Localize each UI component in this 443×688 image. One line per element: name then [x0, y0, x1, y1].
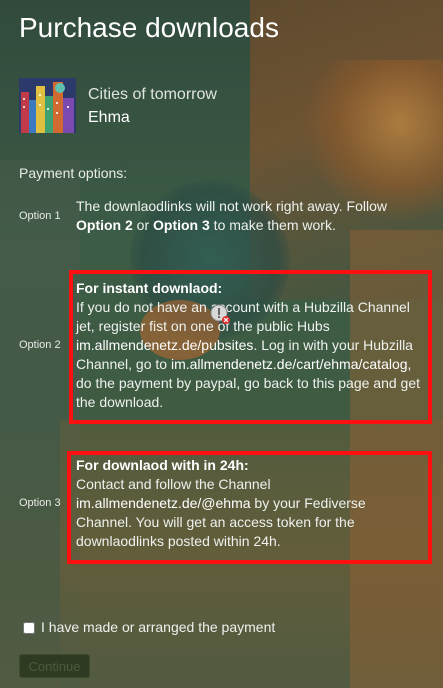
album-cover-image	[19, 78, 76, 133]
option-2-label: Option 2	[19, 339, 61, 351]
option-1-or: or	[132, 217, 154, 233]
pubsites-link[interactable]: im.allmendenetz.de/pubsites	[76, 337, 253, 353]
option-3-text: For downlaod with in 24h: Contact and fol…	[76, 456, 421, 551]
continue-button[interactable]: Continue	[19, 654, 90, 678]
payment-confirm-label[interactable]: I have made or arranged the payment	[41, 619, 275, 635]
option-3-text-a: Contact and follow the Channel	[76, 476, 271, 492]
option-2-ref: Option 2	[76, 217, 133, 233]
option-3-label: Option 3	[19, 497, 61, 509]
option-1-text: The downlaodlinks will not work right aw…	[76, 197, 421, 235]
option-3-ref: Option 3	[153, 217, 210, 233]
page-title: Purchase downloads	[19, 12, 279, 43]
ehma-channel-link[interactable]: im.allmendenetz.de/@ehma	[76, 495, 251, 511]
option-1-text-a: The downlaodlinks will not work right aw…	[76, 198, 387, 214]
purchase-panel: Purchase downloads Cities of tomorrow Eh…	[0, 0, 443, 688]
album-title: Cities of tomorrow	[88, 86, 217, 103]
broken-image-icon	[210, 304, 230, 324]
payment-confirm-checkbox[interactable]	[23, 622, 35, 634]
payment-options-label: Payment options:	[19, 165, 128, 181]
catalog-link[interactable]: im.allmendenetz.de/cart/ehma/catalog	[171, 356, 408, 372]
option-1-label: Option 1	[19, 210, 61, 222]
option-1-text-b: to make them work.	[209, 217, 336, 233]
option-2-heading: For instant downlaod:	[76, 280, 223, 296]
option-2-text-a: If you do not have an account with a Hub…	[76, 299, 410, 334]
album-artist: Ehma	[88, 109, 130, 126]
option-2-text: For instant downlaod: If you do not have …	[76, 279, 421, 412]
option-3-heading: For downlaod with in 24h:	[76, 457, 249, 473]
